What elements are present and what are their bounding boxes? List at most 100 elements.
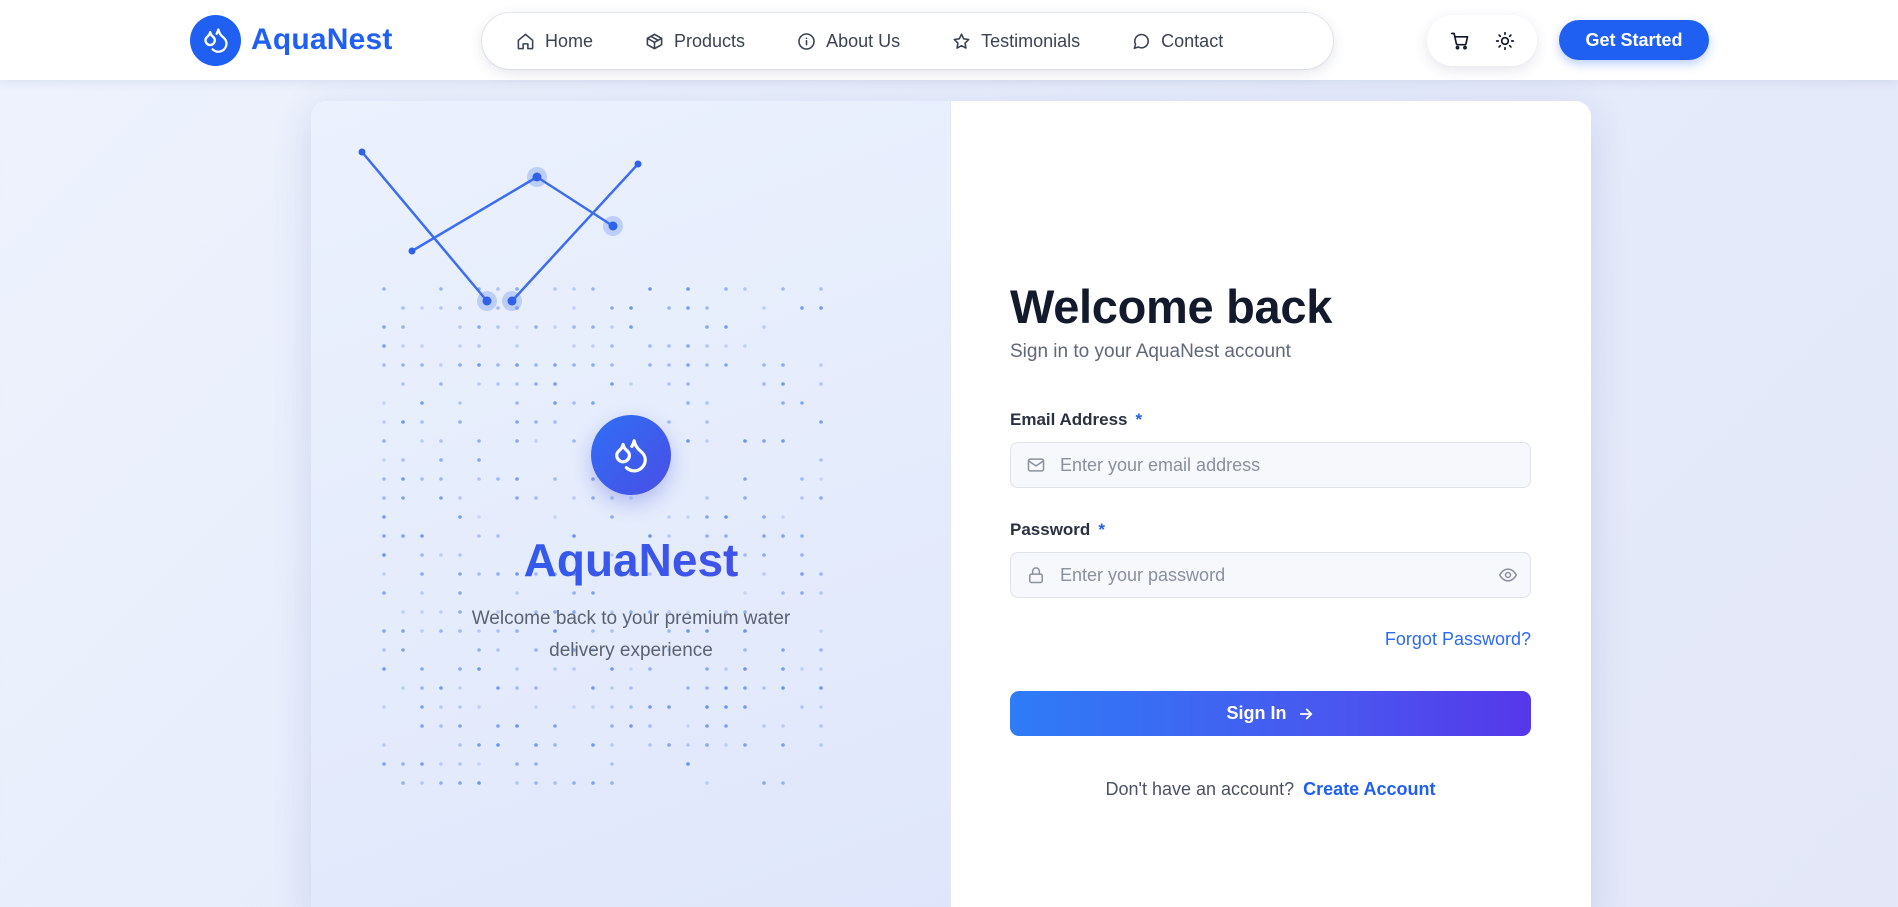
decorative-dot xyxy=(458,401,462,405)
decorative-dot xyxy=(800,667,804,671)
nav-item-home[interactable]: Home xyxy=(516,31,593,52)
decorative-dot xyxy=(496,306,500,310)
decorative-dot xyxy=(420,667,424,671)
nav-item-testimonials[interactable]: Testimonials xyxy=(952,31,1080,52)
decorative-dot xyxy=(420,724,424,728)
decorative-dot xyxy=(439,762,443,766)
decorative-dot xyxy=(819,648,823,652)
decorative-dot xyxy=(477,705,481,709)
sign-in-button[interactable]: Sign In xyxy=(1010,691,1531,736)
decorative-dot xyxy=(686,762,690,766)
nav-item-about[interactable]: About Us xyxy=(797,31,900,52)
decorative-dot xyxy=(401,648,405,652)
decorative-dot xyxy=(420,477,424,481)
decorative-dot xyxy=(439,629,443,633)
decorative-dot xyxy=(686,743,690,747)
decorative-dot xyxy=(610,762,614,766)
form-title: Welcome back xyxy=(1010,280,1333,333)
decorative-dot xyxy=(781,591,785,595)
top-navbar: AquaNest Home Products About Us Testimon… xyxy=(0,0,1898,80)
decorative-dot xyxy=(420,401,424,405)
decorative-dot xyxy=(705,667,709,671)
decorative-dot xyxy=(762,382,766,386)
signin-form-panel: Welcome back Sign in to your AquaNest ac… xyxy=(951,101,1591,907)
decorative-dot xyxy=(686,439,690,443)
decorative-dot xyxy=(667,306,671,310)
decorative-dot xyxy=(420,610,424,614)
decorative-dot xyxy=(572,401,576,405)
decorative-dot xyxy=(477,325,481,329)
decorative-dot xyxy=(534,705,538,709)
decorative-dot xyxy=(800,477,804,481)
chat-icon xyxy=(1133,33,1150,49)
decorative-dot xyxy=(819,629,823,633)
decorative-dot xyxy=(743,287,747,291)
decorative-dot xyxy=(686,344,690,348)
decorative-dot xyxy=(458,325,462,329)
required-mark: * xyxy=(1135,410,1143,429)
nav-label: About Us xyxy=(826,30,901,51)
decorative-dot xyxy=(534,382,538,386)
decorative-dot xyxy=(477,515,481,519)
decorative-dot xyxy=(743,496,747,500)
login-card: AquaNest Welcome back to your premium wa… xyxy=(311,101,1591,907)
water-drops-icon xyxy=(615,439,647,473)
decorative-dot xyxy=(515,325,519,329)
decorative-dot xyxy=(686,401,690,405)
main-nav: Home Products About Us Testimonials Cont… xyxy=(482,13,1333,69)
panel-subtitle: Welcome back to your premium water deliv… xyxy=(471,608,791,661)
decorative-dot xyxy=(496,363,500,367)
decorative-dot xyxy=(724,667,728,671)
create-account-link[interactable]: Create Account xyxy=(1303,779,1435,799)
home-icon xyxy=(517,33,534,49)
decorative-dot xyxy=(610,306,614,310)
decorative-dot xyxy=(553,781,557,785)
decorative-dot xyxy=(610,382,614,386)
decorative-dot xyxy=(553,363,557,367)
decorative-dot xyxy=(382,325,386,329)
decorative-dot xyxy=(572,306,576,310)
decorative-dot xyxy=(629,705,633,709)
decorative-dot xyxy=(382,705,386,709)
decorative-dot xyxy=(781,781,785,785)
decorative-dot xyxy=(420,420,424,424)
decorative-dot xyxy=(781,515,785,519)
decorative-dot xyxy=(515,667,519,671)
decorative-dot xyxy=(762,325,766,329)
email-input[interactable] xyxy=(1046,443,1530,487)
nav-item-contact[interactable]: Contact xyxy=(1132,31,1223,52)
decorative-dot xyxy=(401,382,405,386)
email-label: Email Address * xyxy=(1010,410,1142,430)
theme-toggle-button[interactable] xyxy=(1485,21,1525,61)
decorative-dot xyxy=(439,610,443,614)
decorative-dot xyxy=(781,401,785,405)
decorative-dot xyxy=(401,610,405,614)
get-started-button[interactable]: Get Started xyxy=(1559,20,1709,60)
box-icon xyxy=(646,33,663,49)
decorative-dot xyxy=(458,667,462,671)
decorative-dot xyxy=(553,382,557,386)
network-lines xyxy=(360,150,640,303)
decorative-dot xyxy=(667,363,671,367)
arrow-right-icon xyxy=(1299,708,1312,719)
password-label-text: Password xyxy=(1010,520,1091,539)
decorative-dot xyxy=(515,762,519,766)
sun-icon xyxy=(1495,31,1514,50)
cart-button[interactable] xyxy=(1440,21,1480,61)
decorative-dot xyxy=(382,762,386,766)
decorative-dot xyxy=(496,287,500,291)
decorative-dot xyxy=(743,705,747,709)
decorative-dot xyxy=(401,496,405,500)
decorative-dot xyxy=(420,344,424,348)
forgot-password-link[interactable]: Forgot Password? xyxy=(1385,629,1531,650)
decorative-dot xyxy=(439,439,443,443)
nav-item-products[interactable]: Products xyxy=(645,31,745,52)
decorative-dot xyxy=(382,648,386,652)
decorative-dot xyxy=(458,743,462,747)
password-input[interactable] xyxy=(1046,553,1486,597)
brand-logo-link[interactable]: AquaNest xyxy=(190,14,393,66)
decorative-dot xyxy=(762,515,766,519)
decorative-dot xyxy=(401,363,405,367)
decorative-dot xyxy=(515,344,519,348)
toggle-password-visibility-button[interactable] xyxy=(1486,553,1530,597)
